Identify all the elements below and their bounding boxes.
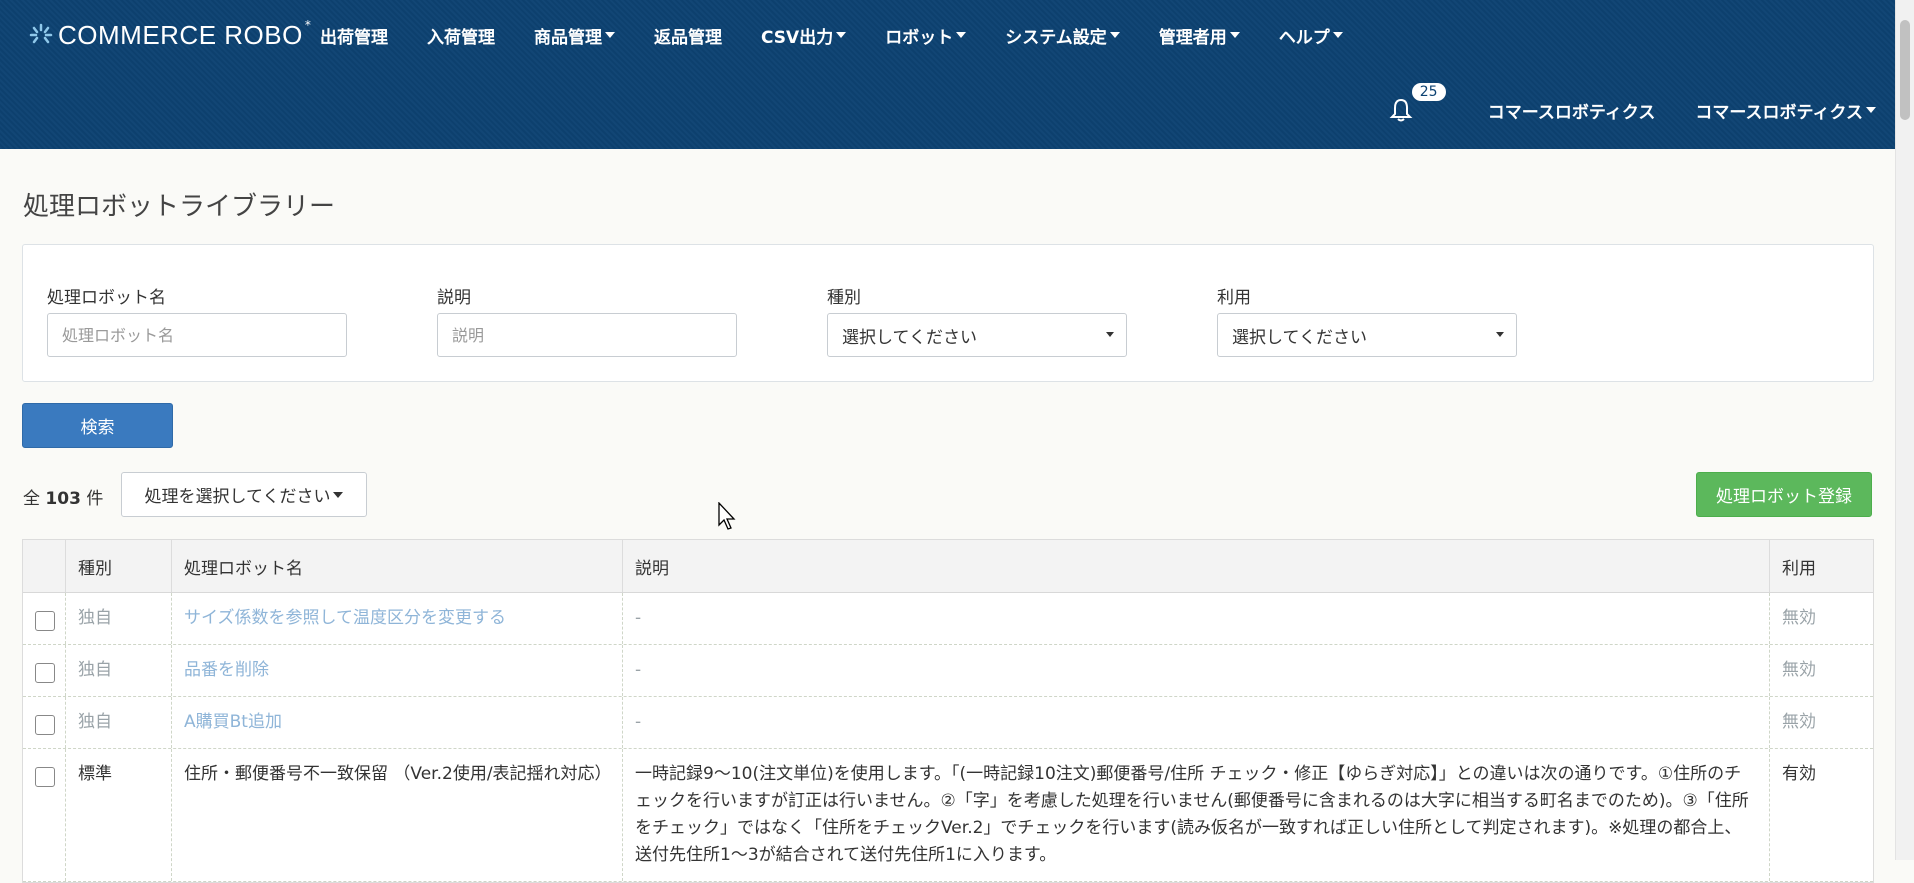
row-usage: 無効 — [1782, 712, 1816, 732]
row-desc: 一時記録9～10(注文単位)を使用します。「(一時記録10注文)郵便番号/住所 … — [623, 749, 1770, 881]
table-header: 種別 処理ロボット名 説明 利用 — [23, 540, 1873, 593]
logo-burst-icon — [29, 23, 53, 44]
row-name-link[interactable]: A購買Bt追加 — [172, 697, 623, 748]
caret-down-icon — [333, 491, 344, 498]
nav-returns[interactable]: 返品管理 — [654, 23, 722, 48]
caret-down-icon — [1109, 32, 1120, 38]
row-checkbox[interactable] — [35, 715, 55, 735]
bell-icon — [1389, 98, 1413, 122]
mouse-cursor-icon — [718, 502, 736, 530]
row-name-link[interactable]: 品番を削除 — [172, 645, 623, 696]
row-checkbox[interactable] — [35, 663, 55, 683]
logo[interactable]: COMMERCE ROBO * — [28, 18, 311, 52]
nav-shipping[interactable]: 出荷管理 — [320, 23, 388, 48]
type-filter-select[interactable]: 選択してください — [827, 313, 1127, 357]
table-row: 独自 A購買Bt追加 - 無効 — [23, 697, 1873, 749]
nav-system-settings[interactable]: システム設定 — [1005, 23, 1120, 48]
row-type: 独自 — [66, 697, 172, 748]
col-desc: 説明 — [623, 540, 1770, 592]
row-usage: 無効 — [1782, 660, 1816, 680]
nav-receiving[interactable]: 入荷管理 — [427, 23, 495, 48]
row-usage: 無効 — [1782, 608, 1816, 628]
name-filter-label: 処理ロボット名 — [47, 288, 166, 308]
row-checkbox[interactable] — [35, 767, 55, 787]
row-checkbox[interactable] — [35, 611, 55, 631]
filter-panel: 処理ロボット名 説明 種別 選択してください 利用 選択してください — [22, 244, 1874, 382]
desc-filter-label: 説明 — [437, 288, 471, 308]
row-type: 独自 — [66, 645, 172, 696]
name-filter-input[interactable] — [47, 313, 347, 357]
select-caret-icon — [1496, 332, 1504, 337]
row-desc: - — [623, 697, 1770, 748]
robot-table: 種別 処理ロボット名 説明 利用 独自 サイズ係数を参照して温度区分を変更する … — [22, 539, 1874, 883]
col-usage: 利用 — [1782, 558, 1816, 579]
search-button[interactable]: 検索 — [22, 403, 173, 448]
type-filter-label: 種別 — [827, 288, 861, 308]
nav-csv-export[interactable]: CSV出力 — [761, 23, 847, 48]
table-row: 独自 サイズ係数を参照して温度区分を変更する - 無効 — [23, 593, 1873, 645]
nav-products[interactable]: 商品管理 — [534, 23, 615, 48]
caret-down-icon — [1866, 107, 1876, 113]
select-caret-icon — [1106, 332, 1114, 337]
company-link[interactable]: コマースロボティクス — [1488, 98, 1656, 123]
table-row: 標準 住所・郵便番号不一致保留 （Ver.2使用/表記揺れ対応） 一時記録9～1… — [23, 749, 1873, 882]
col-select — [23, 540, 66, 592]
logo-star-icon: * — [304, 18, 311, 32]
result-count: 全 103 件 — [23, 489, 104, 509]
row-usage: 有効 — [1782, 764, 1816, 784]
row-type: 独自 — [66, 593, 172, 644]
caret-down-icon — [956, 32, 967, 38]
top-header: COMMERCE ROBO * 出荷管理 入荷管理 商品管理 返品管理 CSV出… — [0, 0, 1896, 149]
bulk-action-dropdown[interactable]: 処理を選択してください — [121, 472, 367, 517]
notification-badge: 25 — [1411, 83, 1446, 101]
caret-down-icon — [605, 32, 615, 38]
page-scrollbar[interactable] — [1895, 0, 1914, 860]
logo-text: COMMERCE ROBO — [58, 19, 303, 50]
caret-down-icon — [1332, 32, 1343, 38]
user-nav: 25 コマースロボティクス コマースロボティクス — [1388, 83, 1876, 128]
page-title: 処理ロボットライブラリー — [23, 192, 336, 222]
col-name: 処理ロボット名 — [172, 540, 623, 592]
row-type: 標準 — [66, 749, 172, 881]
caret-down-icon — [1229, 32, 1240, 38]
row-name-link[interactable]: 住所・郵便番号不一致保留 （Ver.2使用/表記揺れ対応） — [172, 749, 623, 881]
caret-down-icon — [836, 32, 847, 38]
nav-help[interactable]: ヘルプ — [1279, 23, 1343, 48]
table-row: 独自 品番を削除 - 無効 — [23, 645, 1873, 697]
row-desc: - — [623, 645, 1770, 696]
register-robot-button[interactable]: 処理ロボット登録 — [1696, 472, 1872, 517]
desc-filter-input[interactable] — [437, 313, 737, 357]
main-nav: 出荷管理 入荷管理 商品管理 返品管理 CSV出力 ロボット システム設定 管理… — [320, 18, 1382, 52]
notification-button[interactable]: 25 — [1388, 83, 1446, 123]
row-name-link[interactable]: サイズ係数を参照して温度区分を変更する — [172, 593, 623, 644]
usage-filter-select[interactable]: 選択してください — [1217, 313, 1517, 357]
scrollbar-thumb[interactable] — [1900, 20, 1910, 120]
nav-admin[interactable]: 管理者用 — [1159, 23, 1240, 48]
nav-robot[interactable]: ロボット — [885, 23, 967, 48]
row-desc: - — [623, 593, 1770, 644]
user-menu[interactable]: コマースロボティクス — [1695, 98, 1876, 123]
usage-filter-label: 利用 — [1217, 288, 1251, 308]
col-type: 種別 — [66, 540, 172, 592]
